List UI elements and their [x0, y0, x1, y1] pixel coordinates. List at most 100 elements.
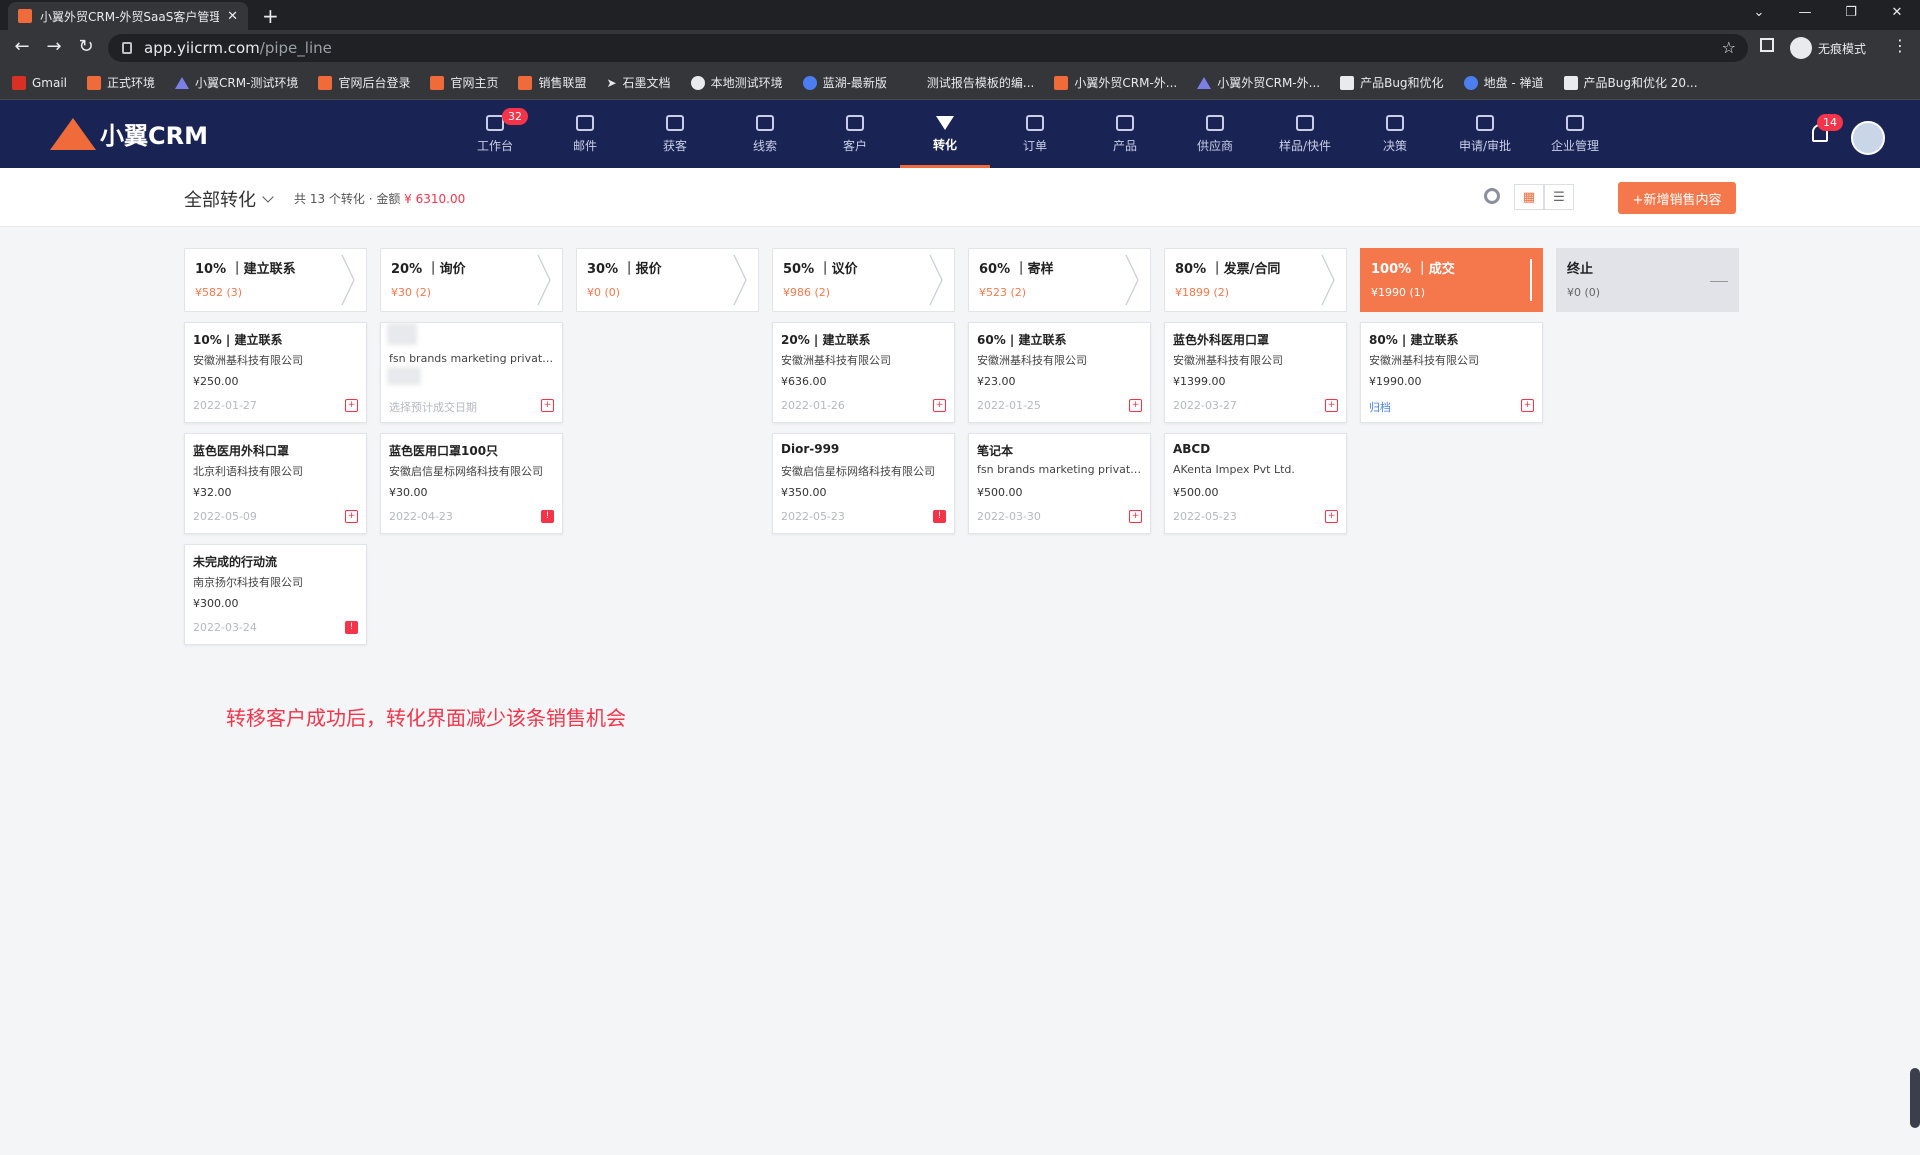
add-task-icon[interactable]: + — [1325, 399, 1338, 412]
bookmark-label: 小翼CRM-测试环境 — [195, 76, 299, 90]
pipeline-card[interactable]: ABCD AKenta Impex Pvt Ltd. ¥500.00 2022-05-… — [1164, 433, 1347, 534]
app-logo[interactable]: 小翼CRM — [50, 116, 208, 151]
doc-icon — [1340, 75, 1355, 90]
back-icon[interactable]: ← — [10, 36, 34, 57]
stage-header[interactable]: 30% ｜报价 ¥0 (0) — [576, 248, 759, 312]
stage-header[interactable]: 80% ｜发票/合同 ¥1899 (2) — [1164, 248, 1347, 312]
stage-name: 10% ｜建立联系 — [195, 262, 296, 277]
nav-item-7[interactable]: 产品 — [1080, 100, 1170, 168]
pipeline-card[interactable]: Dior-999 安徽启信星标网络科技有限公司 ¥350.00 2022-05-23! — [772, 433, 955, 534]
minimize-icon[interactable]: — — [1782, 0, 1828, 30]
stage-header[interactable]: 100% ｜成交 ¥1990 (1) — [1360, 248, 1543, 312]
bookmark-item[interactable]: 官网后台登录 — [318, 74, 410, 91]
stage-summary: ¥986 (2) — [783, 286, 831, 299]
list-view-icon[interactable]: ☰ — [1544, 184, 1574, 210]
nav-item-3[interactable]: 线索 — [720, 100, 810, 168]
nav-item-1[interactable]: 邮件 — [540, 100, 630, 168]
card-archive-link[interactable]: 归档 — [1369, 399, 1391, 415]
close-tab-icon[interactable]: ✕ — [227, 9, 238, 24]
collapse-icon[interactable] — [1710, 281, 1728, 282]
pipeline-card[interactable]: 10% | 建立联系 安徽洲基科技有限公司 ¥250.00 2022-01-27 + — [184, 322, 367, 423]
nav-item-11[interactable]: 申请/审批 — [1440, 100, 1530, 168]
add-task-icon[interactable]: + — [1521, 399, 1534, 412]
reload-icon[interactable]: ↻ — [74, 36, 98, 57]
zentao-icon — [1463, 75, 1478, 90]
stage-header[interactable]: 50% ｜议价 ¥986 (2) — [772, 248, 955, 312]
add-task-icon[interactable]: + — [541, 399, 554, 412]
browser-menu-icon[interactable]: ⋮ — [1892, 36, 1908, 55]
incognito-indicator[interactable]: 无痕模式 — [1790, 35, 1866, 61]
bookmark-item[interactable]: 地盘 - 禅道 — [1463, 74, 1544, 91]
add-task-icon[interactable]: + — [345, 510, 358, 523]
bookmark-item[interactable]: 蓝湖-最新版 — [802, 74, 887, 91]
bookmark-item[interactable]: 小翼CRM-测试环境 — [175, 74, 298, 91]
add-task-icon[interactable]: + — [1129, 399, 1142, 412]
card-title: Dior-999 — [781, 442, 840, 456]
stage-header[interactable]: 终止 ¥0 (0) — [1556, 248, 1739, 312]
pipeline-card[interactable]: 60% | 建立联系 安徽洲基科技有限公司 ¥23.00 2022-01-25 + — [968, 322, 1151, 423]
overdue-task-icon[interactable]: ! — [933, 510, 946, 523]
triangle-icon — [175, 76, 190, 89]
nav-item-10[interactable]: 决策 — [1350, 100, 1440, 168]
add-task-icon[interactable]: + — [345, 399, 358, 412]
pipeline-card[interactable]: 蓝色医用口罩100只 安徽启信星标网络科技有限公司 ¥30.00 2022-04-23… — [380, 433, 563, 534]
add-sales-button[interactable]: +新增销售内容 — [1618, 182, 1736, 214]
bookmark-item[interactable]: 测试报告模板的编... — [907, 74, 1034, 91]
pipeline-card[interactable]: 笔记本 fsn brands marketing private limited ¥… — [968, 433, 1151, 534]
card-value: ¥1399.00 — [1173, 375, 1226, 388]
nav-label: 订单 — [1022, 138, 1047, 153]
tab-search-icon[interactable]: ⌄ — [1736, 0, 1782, 30]
restore-icon[interactable]: ❐ — [1828, 0, 1874, 30]
avatar[interactable] — [1851, 121, 1885, 155]
card-date: 2022-05-23 — [781, 510, 845, 523]
side-panel-icon[interactable] — [1760, 38, 1774, 52]
stage-name: 50% ｜议价 — [783, 262, 858, 277]
nav-item-5[interactable]: 转化 — [900, 100, 990, 168]
bookmark-item[interactable]: ➤ 石墨文档 — [606, 74, 670, 91]
bookmark-item[interactable]: Gmail — [12, 75, 67, 90]
address-bar[interactable]: app.yiicrm.com/pipe_line ☆ — [108, 34, 1748, 62]
pipeline-card[interactable]: fsn brands marketing private limited 选择预计… — [380, 322, 563, 423]
add-task-icon[interactable]: + — [1129, 510, 1142, 523]
bookmark-item[interactable]: 产品Bug和优化 20... — [1563, 74, 1698, 91]
nav-item-6[interactable]: 订单 — [990, 100, 1080, 168]
scrollbar-thumb[interactable] — [1910, 1068, 1920, 1128]
bookmark-item[interactable]: 小翼外贸CRM-外... — [1054, 74, 1177, 91]
lock-icon[interactable] — [122, 42, 132, 54]
stage-header[interactable]: 20% ｜询价 ¥30 (2) — [380, 248, 563, 312]
board-view-icon[interactable]: ▦ — [1514, 184, 1544, 210]
nav-item-8[interactable]: 供应商 — [1170, 100, 1260, 168]
nav-item-4[interactable]: 客户 — [810, 100, 900, 168]
bookmark-item[interactable]: 正式环境 — [87, 74, 155, 91]
nav-item-0[interactable]: 工作台 32 — [450, 100, 540, 168]
yiicrm-icon — [518, 75, 533, 90]
browser-tab[interactable]: 小翼外贸CRM-外贸SaaS客户管理 ✕ — [8, 2, 248, 30]
stage-header[interactable]: 60% ｜寄样 ¥523 (2) — [968, 248, 1151, 312]
bookmark-item[interactable]: 销售联盟 — [518, 74, 586, 91]
stage-header[interactable]: 10% ｜建立联系 ¥582 (3) — [184, 248, 367, 312]
stage-summary: ¥30 (2) — [391, 286, 432, 299]
pipeline-card[interactable]: 80% | 建立联系 安徽洲基科技有限公司 ¥1990.00 归档 + — [1360, 322, 1543, 423]
pipeline-card[interactable]: 蓝色医用外科口罩 北京利语科技有限公司 ¥32.00 2022-05-09 + — [184, 433, 367, 534]
card-date: 2022-01-27 — [193, 399, 257, 412]
pipeline-card[interactable]: 20% | 建立联系 安徽洲基科技有限公司 ¥636.00 2022-01-26 + — [772, 322, 955, 423]
bookmark-item[interactable]: 产品Bug和优化 — [1340, 74, 1444, 91]
bookmark-item[interactable]: 小翼外贸CRM-外... — [1197, 74, 1320, 91]
overdue-task-icon[interactable]: ! — [541, 510, 554, 523]
nav-item-2[interactable]: 获客 — [630, 100, 720, 168]
pipeline-card[interactable]: 蓝色外科医用口罩 安徽洲基科技有限公司 ¥1399.00 2022-03-27 + — [1164, 322, 1347, 423]
gear-icon[interactable] — [1484, 188, 1500, 204]
pipeline-card[interactable]: 未完成的行动流 南京扬尔科技有限公司 ¥300.00 2022-03-24! — [184, 544, 367, 645]
bookmark-star-icon[interactable]: ☆ — [1722, 38, 1736, 57]
forward-icon[interactable]: → — [42, 36, 66, 57]
add-task-icon[interactable]: + — [933, 399, 946, 412]
overdue-task-icon[interactable]: ! — [345, 621, 358, 634]
view-selector[interactable]: 全部转化 — [184, 186, 274, 212]
nav-item-12[interactable]: 企业管理 — [1530, 100, 1620, 168]
nav-item-9[interactable]: 样品/快件 — [1260, 100, 1350, 168]
close-window-icon[interactable]: ✕ — [1874, 0, 1920, 30]
add-task-icon[interactable]: + — [1325, 510, 1338, 523]
bookmark-item[interactable]: 本地测试环境 — [690, 74, 783, 91]
new-tab-icon[interactable]: + — [262, 4, 279, 28]
bookmark-item[interactable]: 官网主页 — [430, 74, 498, 91]
